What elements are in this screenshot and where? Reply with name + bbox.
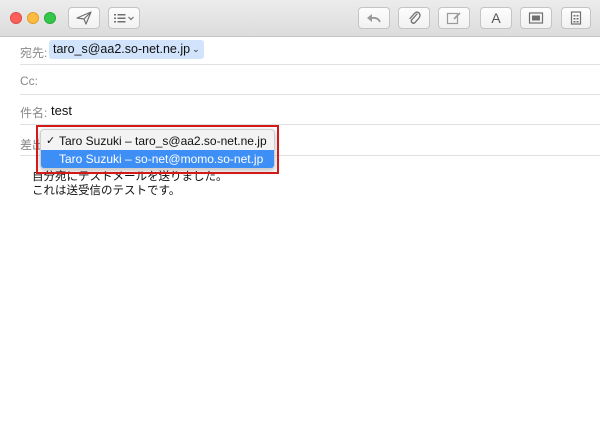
format-button[interactable]: A [480,7,512,29]
message-body[interactable]: 自分宛にテストメールを送りました。 これは送受信のテストです。 [32,170,228,198]
subject-field-row[interactable]: 件名: test [0,95,600,125]
body-line: これは送受信のテストです。 [32,185,181,197]
attach-button[interactable] [398,7,430,29]
header-fields-button[interactable] [108,7,140,29]
photo-browser-button[interactable] [520,7,552,29]
send-button[interactable] [68,7,100,29]
cc-label: Cc: [20,74,38,88]
to-label: 宛先: [20,46,48,60]
subject-label: 件名: [20,106,48,120]
cc-field-row[interactable]: Cc: [0,65,600,95]
annotation-highlight-box [36,125,279,174]
photo-icon [528,11,544,25]
close-window-button[interactable] [10,12,22,24]
markup-button[interactable] [438,7,470,29]
chevron-down-icon: ⌄ [192,44,200,54]
paperclip-icon [407,10,421,26]
markup-icon [446,11,462,25]
toolbar: A [0,0,600,37]
to-recipient-address: taro_s@aa2.so-net.ne.jp [53,42,191,56]
stationery-icon [570,11,582,25]
mail-compose-window: A 宛先: taro_s@aa2.so-net.ne.jp ⌄ Cc: 件名: … [0,0,600,438]
minimize-window-button[interactable] [27,12,39,24]
paper-plane-icon [76,11,92,25]
to-recipient-token[interactable]: taro_s@aa2.so-net.ne.jp ⌄ [49,40,204,59]
format-label: A [491,10,501,26]
zoom-window-button[interactable] [44,12,56,24]
stationery-button[interactable] [561,7,591,29]
reply-button[interactable] [358,7,390,29]
subject-input[interactable]: test [51,103,72,118]
list-icon [113,12,135,24]
reply-arrow-icon [366,12,382,24]
